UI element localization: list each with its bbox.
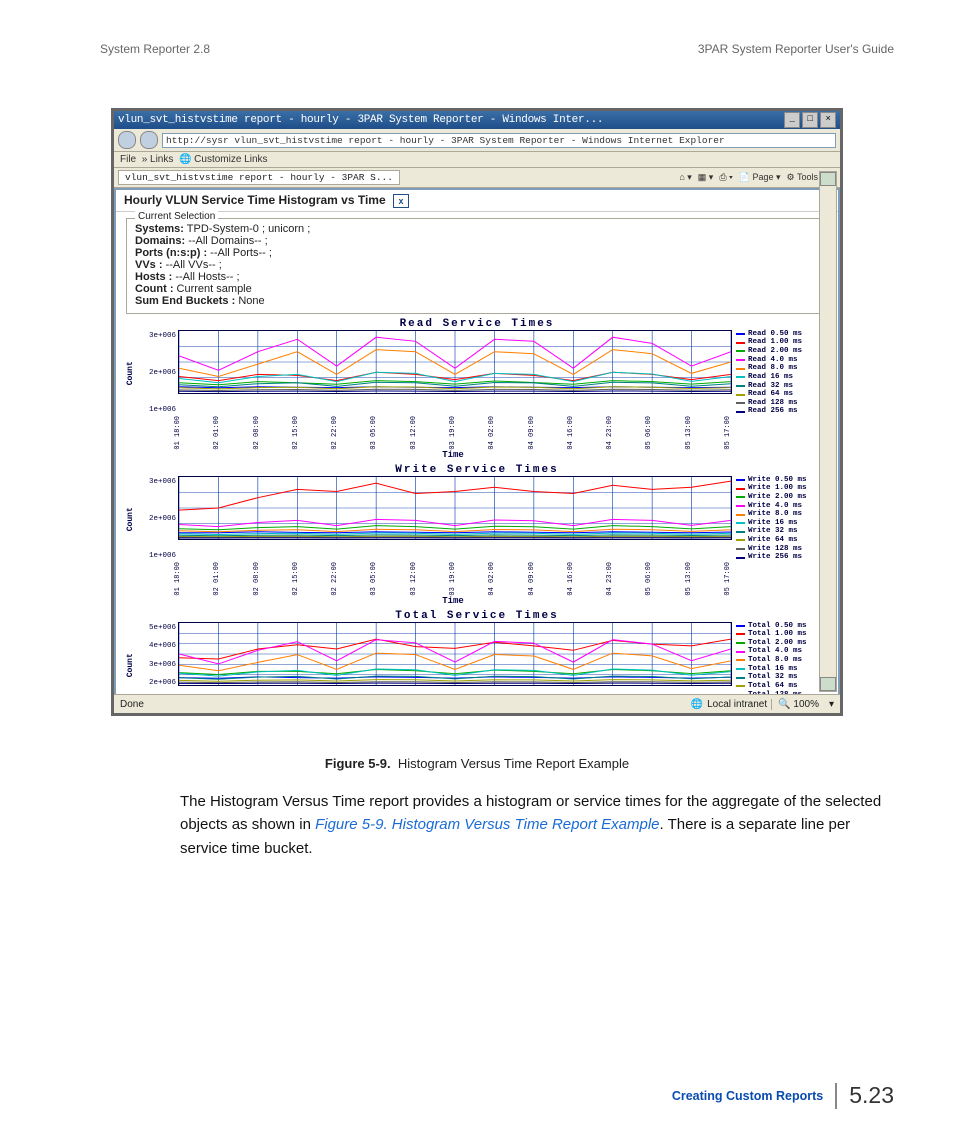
y-axis-label: Count xyxy=(126,476,138,562)
header-left: System Reporter 2.8 xyxy=(100,42,210,56)
window-titlebar: vlun_svt_histvstime report - hourly - 3P… xyxy=(114,111,840,129)
excel-export-icon[interactable]: x xyxy=(393,194,409,208)
chart-title: Total Service Times xyxy=(126,610,828,622)
forward-button[interactable] xyxy=(140,131,158,149)
vertical-scrollbar[interactable] xyxy=(819,171,837,692)
page-number: 5.23 xyxy=(849,1082,894,1109)
chart-0: Read Service TimesCount3e+0062e+0061e+00… xyxy=(126,318,828,460)
figure-crossref-link[interactable]: Figure 5-9. Histogram Versus Time Report… xyxy=(315,816,659,833)
x-ticks: 01 18:0002 01:0002 08:0002 15:0002 22:00… xyxy=(174,562,732,596)
sel-domains-label: Domains: xyxy=(135,235,185,247)
browser-tab[interactable]: vlun_svt_histvstime report - hourly - 3P… xyxy=(118,170,400,185)
header-right: 3PAR System Reporter User's Guide xyxy=(698,42,894,56)
home-icon[interactable]: ⌂ ▾ xyxy=(679,172,691,183)
maximize-button[interactable]: □ xyxy=(802,112,818,128)
chart-1: Write Service TimesCount3e+0062e+0061e+0… xyxy=(126,464,828,606)
zoom-chevron-icon[interactable]: ▾ xyxy=(829,699,834,710)
plot-area xyxy=(178,330,732,394)
minimize-button[interactable]: _ xyxy=(784,112,800,128)
zone-text: Local intranet xyxy=(707,699,767,710)
page-menu[interactable]: 📄 Page ▾ xyxy=(739,172,781,183)
x-axis-label: Time xyxy=(174,596,732,606)
sel-vvs-label: VVs : xyxy=(135,259,163,271)
customize-links[interactable]: 🌐 Customize Links xyxy=(179,154,268,165)
sel-systems-label: Systems: xyxy=(135,223,184,235)
sel-ports-label: Ports (n:s:p) : xyxy=(135,247,207,259)
sel-vvs-val: --All VVs-- ; xyxy=(166,259,222,271)
report-content: Hourly VLUN Service Time Histogram vs Ti… xyxy=(114,188,840,707)
figure-title: Histogram Versus Time Report Example xyxy=(398,756,629,771)
file-menu[interactable]: File xyxy=(120,154,136,165)
sel-hosts-val: --All Hosts-- ; xyxy=(175,271,239,283)
plot-area xyxy=(178,476,732,540)
tab-row: vlun_svt_histvstime report - hourly - 3P… xyxy=(114,168,840,188)
figure-caption: Figure 5-9. Histogram Versus Time Report… xyxy=(0,756,954,771)
sel-sum-val: None xyxy=(238,295,264,307)
status-bar: Done 🌐 Local intranet 🔍 100% ▾ xyxy=(114,694,840,713)
back-button[interactable] xyxy=(118,131,136,149)
address-bar-row: http://sysr vlun_svt_histvstime report -… xyxy=(114,129,840,152)
address-input[interactable]: http://sysr vlun_svt_histvstime report -… xyxy=(162,133,836,148)
zone-icon: 🌐 xyxy=(691,699,703,710)
sel-domains-val: --All Domains-- ; xyxy=(188,235,267,247)
plot-area xyxy=(178,622,732,686)
x-axis-label: Time xyxy=(174,450,732,460)
browser-window: vlun_svt_histvstime report - hourly - 3P… xyxy=(111,108,843,716)
figure-label: Figure 5-9. xyxy=(325,756,391,771)
y-ticks: 3e+0062e+0061e+006 xyxy=(138,330,178,416)
menu-bar: File » Links 🌐 Customize Links xyxy=(114,152,840,168)
y-axis-label: Count xyxy=(126,330,138,416)
chart-title: Read Service Times xyxy=(126,318,828,330)
feed-icon[interactable]: ▦ ▾ xyxy=(698,172,714,183)
print-icon[interactable]: ⎙ ▾ xyxy=(719,172,732,183)
chart-2: Total Service TimesCount5e+0064e+0063e+0… xyxy=(126,610,828,707)
report-title-text: Hourly VLUN Service Time Histogram vs Ti… xyxy=(124,193,386,207)
sel-count-val: Current sample xyxy=(177,283,252,295)
page-tools: ⌂ ▾ ▦ ▾ ⎙ ▾ 📄 Page ▾ ⚙ Tools ▾ » xyxy=(679,172,836,183)
y-ticks: 3e+0062e+0061e+006 xyxy=(138,476,178,562)
sel-systems-val: TPD-System-0 ; unicorn ; xyxy=(187,223,310,235)
footer-divider xyxy=(835,1083,837,1109)
close-button[interactable]: × xyxy=(820,112,836,128)
legend: Read 0.50 msRead 1.00 msRead 2.00 msRead… xyxy=(732,330,828,416)
status-text: Done xyxy=(120,699,144,710)
page-footer: Creating Custom Reports 5.23 xyxy=(672,1082,894,1109)
section-name: Creating Custom Reports xyxy=(672,1089,823,1103)
zoom-level[interactable]: 🔍 100% xyxy=(771,699,825,710)
chart-title: Write Service Times xyxy=(126,464,828,476)
charts-container: Read Service TimesCount3e+0062e+0061e+00… xyxy=(116,318,838,707)
sel-sum-label: Sum End Buckets : xyxy=(135,295,235,307)
current-selection-box: Current Selection Systems: TPD-System-0 … xyxy=(126,218,828,314)
x-ticks: 01 18:0002 01:0002 08:0002 15:0002 22:00… xyxy=(174,416,732,450)
report-title: Hourly VLUN Service Time Histogram vs Ti… xyxy=(116,190,838,212)
selection-legend: Current Selection xyxy=(135,211,218,222)
legend: Write 0.50 msWrite 1.00 msWrite 2.00 msW… xyxy=(732,476,828,562)
links-label: » Links xyxy=(142,154,174,165)
body-paragraph: The Histogram Versus Time report provide… xyxy=(180,790,882,860)
window-title: vlun_svt_histvstime report - hourly - 3P… xyxy=(118,111,603,129)
sel-hosts-label: Hosts : xyxy=(135,271,172,283)
sel-ports-val: --All Ports-- ; xyxy=(210,247,272,259)
sel-count-label: Count : xyxy=(135,283,173,295)
